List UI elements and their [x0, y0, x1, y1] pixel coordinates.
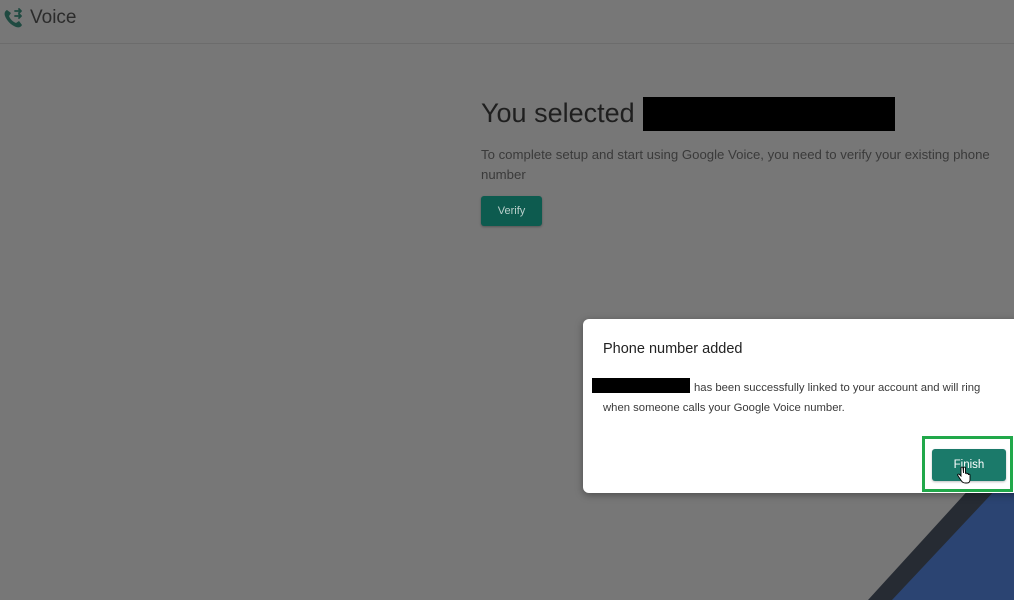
background-graphic	[868, 440, 1014, 600]
page-description: To complete setup and start using Google…	[481, 147, 990, 182]
dialog-title: Phone number added	[603, 341, 743, 357]
redacted-phone-number	[643, 97, 895, 131]
redacted-phone-number	[592, 378, 690, 393]
top-app-bar: Voice	[0, 0, 1014, 44]
page-title: You selected	[481, 98, 635, 128]
phone-forward-icon	[4, 8, 23, 28]
verify-button[interactable]: Verify	[481, 196, 542, 226]
app-name: Voice	[30, 7, 77, 28]
hand-cursor-icon	[957, 466, 971, 484]
